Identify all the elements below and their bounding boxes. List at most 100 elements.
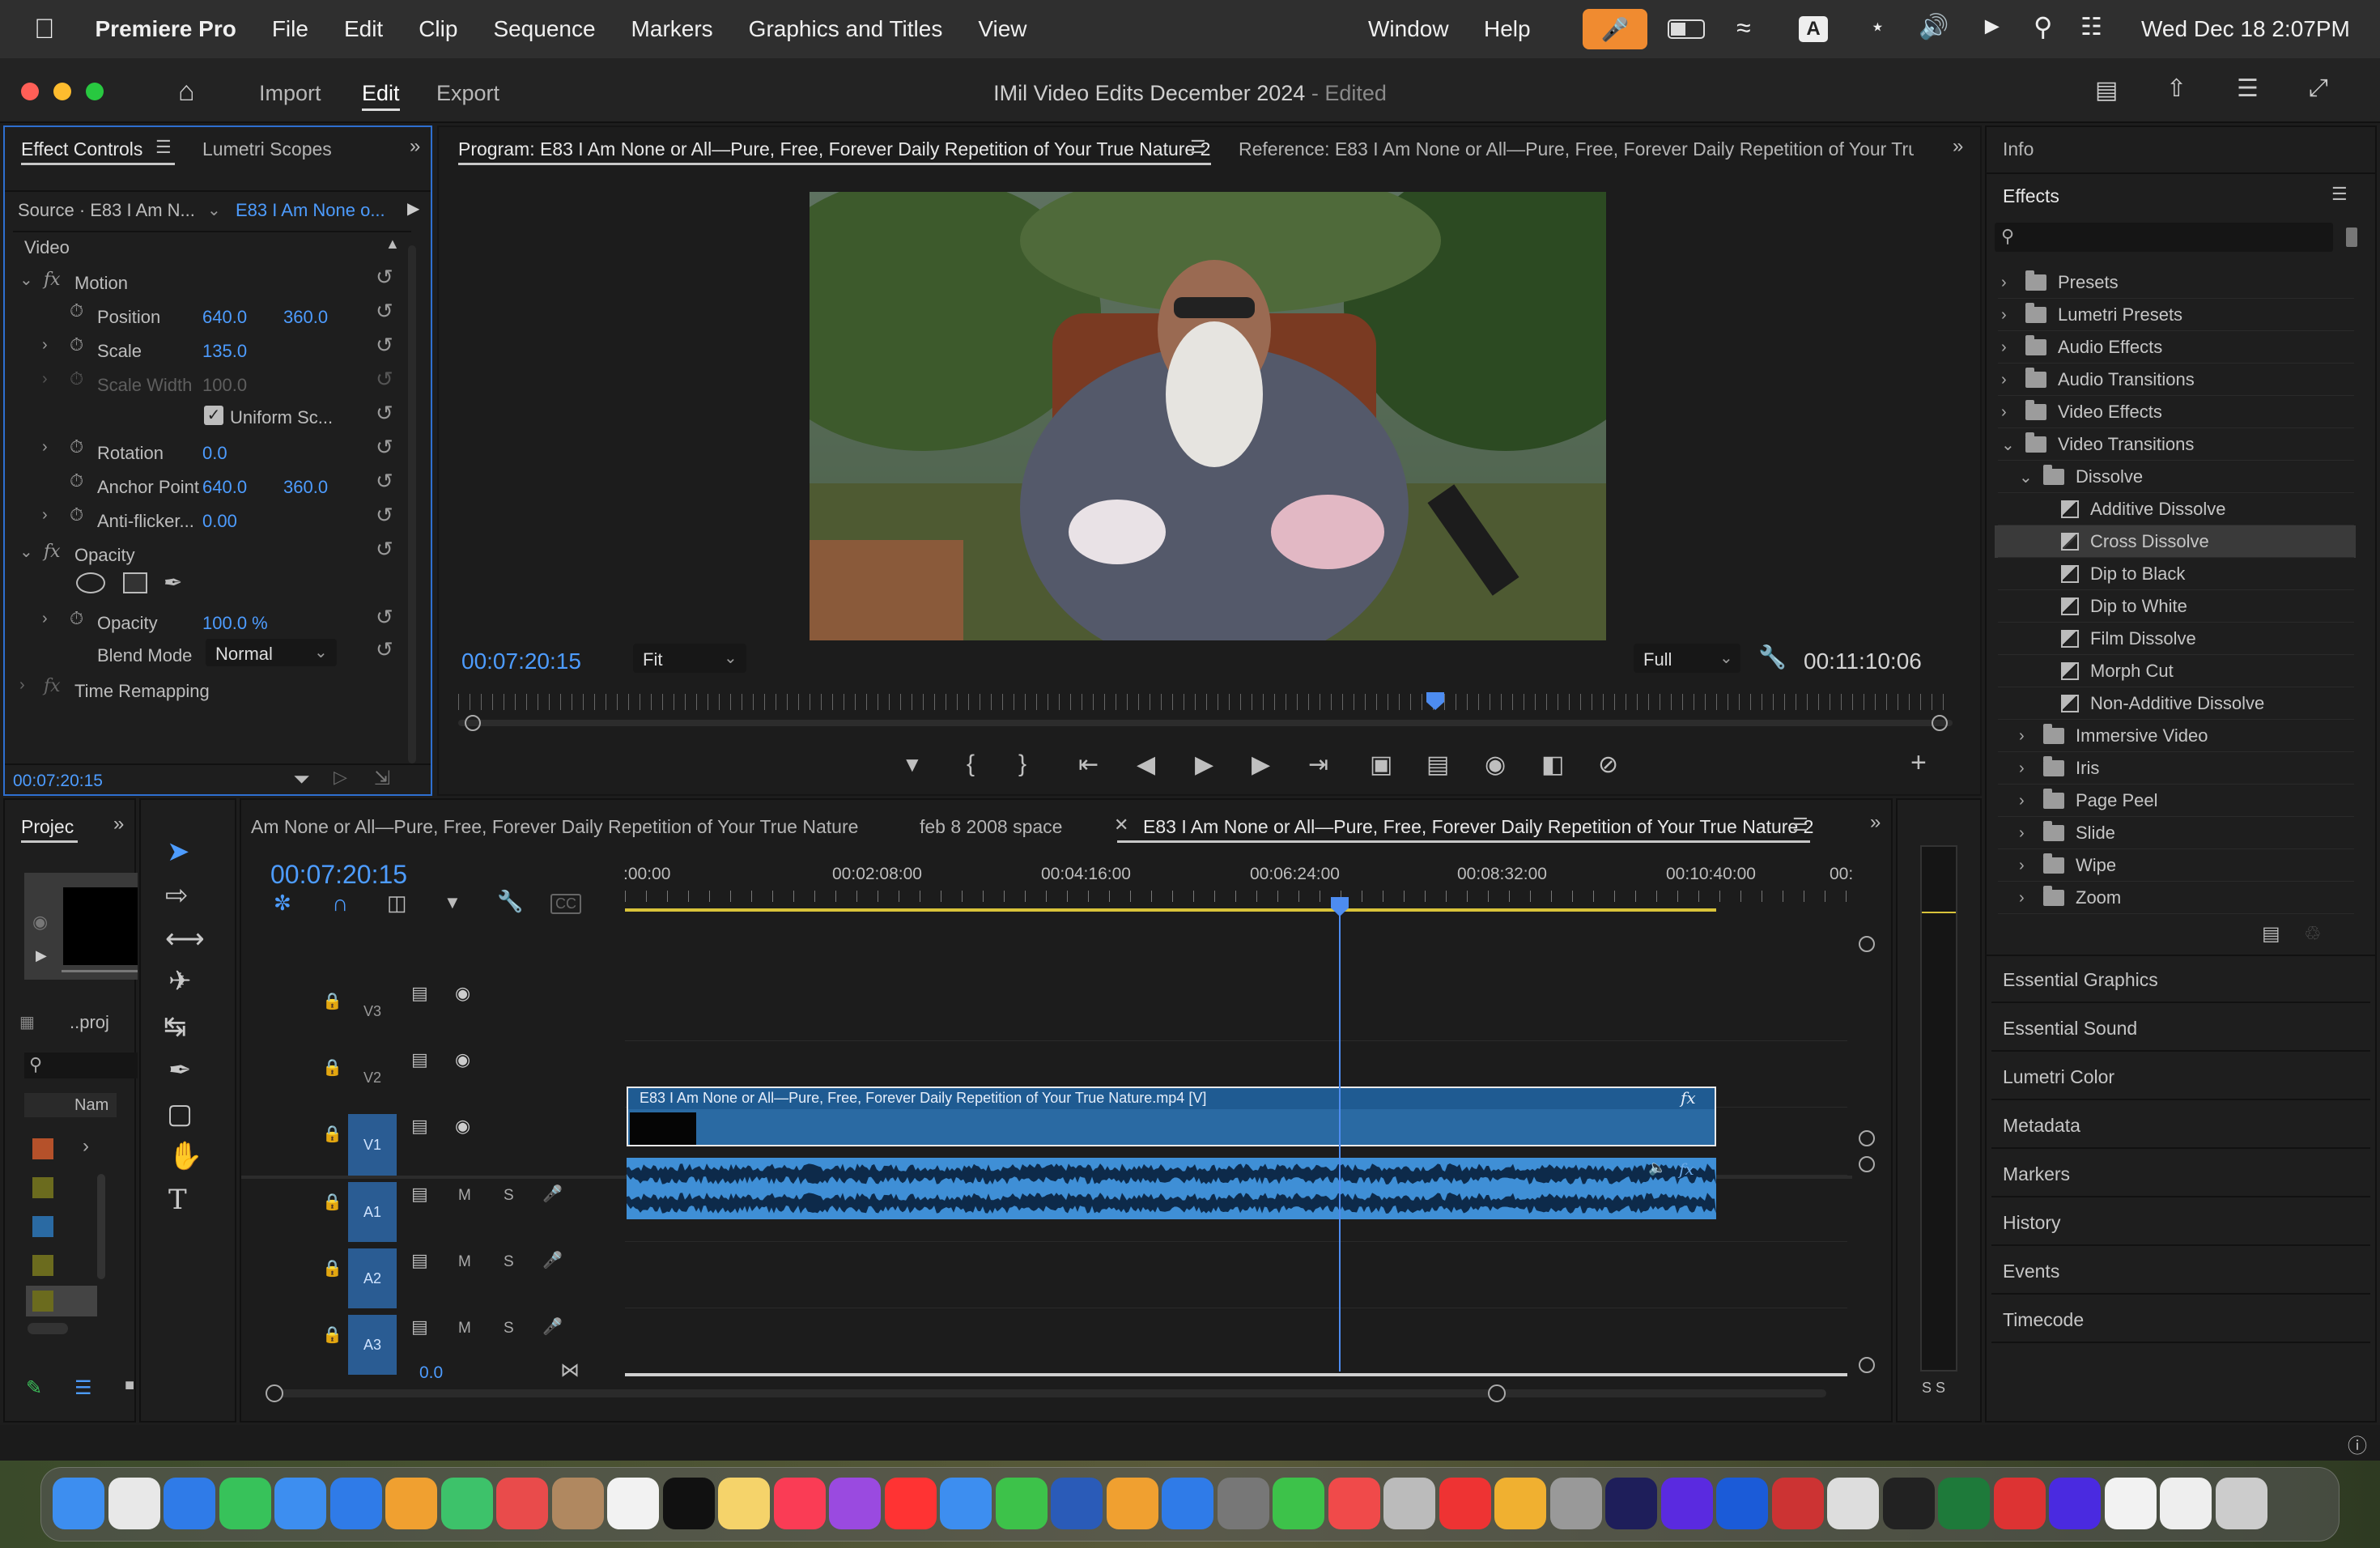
fx-badge-icon[interactable]: fx <box>1681 1088 1696 1108</box>
menu-graphics-titles[interactable]: Graphics and Titles <box>749 16 943 42</box>
scroll-handle[interactable] <box>1859 1130 1875 1146</box>
project-file-name[interactable]: ..proj <box>70 1012 109 1033</box>
solo-buttons[interactable]: S S <box>1922 1380 1945 1397</box>
wrench-icon[interactable]: 🔧 <box>497 889 523 914</box>
dock-app-icon[interactable] <box>164 1478 215 1529</box>
pen-mask-icon[interactable]: ✒ <box>164 569 182 596</box>
zoom-handle-left[interactable] <box>465 715 481 731</box>
step-forward-icon[interactable]: ▶ <box>1252 751 1270 779</box>
expand-icon[interactable]: › <box>42 336 48 355</box>
reset-icon[interactable]: ↺ <box>376 265 393 290</box>
chevron-right-icon[interactable]: › <box>2001 274 2025 292</box>
camera-icon[interactable]: ◉ <box>1485 751 1506 779</box>
dock-app-icon[interactable] <box>718 1478 770 1529</box>
scroll-handle[interactable] <box>1859 1357 1875 1373</box>
stopwatch-icon[interactable]: ⏱ <box>70 608 83 629</box>
position-x[interactable]: 640.0 <box>202 307 247 328</box>
add-marker-icon[interactable]: ▼ <box>444 892 461 913</box>
dock-app-icon[interactable] <box>1328 1478 1380 1529</box>
dock-app-icon[interactable] <box>1162 1478 1213 1529</box>
mix-end-icon[interactable]: ⋈ <box>560 1359 580 1382</box>
reset-icon[interactable]: ↺ <box>376 299 393 324</box>
timeline-ruler[interactable]: :00:00 00:02:08:00 00:04:16:00 00:06:24:00 0… <box>623 865 1853 905</box>
timeline-tab[interactable]: Am None or All—Pure, Free, Forever Daily… <box>251 816 858 838</box>
mute-button[interactable]: M <box>458 1320 471 1337</box>
rotation-value[interactable]: 0.0 <box>202 443 227 464</box>
menu-edit[interactable]: Edit <box>344 16 383 42</box>
sync-lock-icon[interactable]: ▤ <box>411 983 428 1004</box>
timeline-tab[interactable]: feb 8 2008 space <box>920 816 1062 838</box>
dock-app-icon[interactable] <box>773 1478 826 1529</box>
effects-search-input[interactable]: ⚲ <box>1995 223 2333 252</box>
anchor-y[interactable]: 360.0 <box>283 477 328 498</box>
dock-app-icon[interactable] <box>1549 1478 1602 1529</box>
apple-icon[interactable]:  <box>34 14 55 45</box>
nest-toggle-icon[interactable]: ✼ <box>274 891 291 916</box>
mix-volume-value[interactable]: 0.0 <box>419 1363 443 1383</box>
reset-icon[interactable]: ↺ <box>376 469 393 494</box>
dock-app-icon[interactable] <box>2104 1478 2157 1529</box>
dock-app-icon[interactable] <box>440 1478 493 1529</box>
bluetooth-icon[interactable]: ⋆ <box>1870 13 1885 41</box>
chevron-right-icon[interactable]: › <box>2001 306 2025 325</box>
scrollbar[interactable] <box>97 1174 105 1279</box>
close-tab-icon[interactable]: ✕ <box>1114 814 1128 836</box>
name-column-header[interactable]: Nam <box>24 1093 117 1117</box>
dock-app-icon[interactable] <box>1827 1478 1879 1529</box>
panel-essential-graphics[interactable]: Essential Graphics <box>2003 969 2158 991</box>
track-select-tool-icon[interactable]: ⇨ <box>165 879 189 912</box>
lock-icon[interactable]: 🔒 <box>322 991 342 1011</box>
lock-icon[interactable]: 🔒 <box>322 1057 342 1078</box>
panel-menu-icon[interactable]: ☰ <box>155 137 172 158</box>
effect-item[interactable]: Additive Dissolve <box>1995 493 2356 525</box>
dock-app-icon[interactable] <box>108 1478 160 1529</box>
linked-selection-icon[interactable]: ◫ <box>387 891 407 916</box>
effect-controls-timecode[interactable]: 00:07:20:15 <box>13 772 103 791</box>
wifi-icon[interactable]: ≈ <box>1736 13 1751 43</box>
program-zoom-bar[interactable] <box>458 720 1953 726</box>
source-dropdown-icon[interactable]: ⌄ <box>207 200 221 220</box>
project-search-input[interactable]: ⚲ <box>24 1053 138 1078</box>
motion-toggle-icon[interactable]: ⌄ <box>19 270 33 290</box>
track-lane-a3[interactable] <box>625 1312 1847 1375</box>
show-timeline-icon[interactable]: ▶ <box>407 198 419 219</box>
expand-icon[interactable]: › <box>42 438 48 457</box>
control-center-icon[interactable]: ☷ <box>2080 13 2102 41</box>
effects-folder[interactable]: › Presets <box>1995 266 2356 299</box>
reset-icon[interactable]: ↺ <box>376 605 393 630</box>
reset-icon[interactable]: ↺ <box>376 503 393 528</box>
effects-folder[interactable]: ⌄ Dissolve <box>1995 461 2356 493</box>
menu-markers[interactable]: Markers <box>631 16 713 42</box>
slip-tool-icon[interactable]: ↹ <box>164 1010 187 1043</box>
spotlight-icon[interactable]: ⚲ <box>2034 11 2052 42</box>
scroll-thumb[interactable] <box>2346 228 2357 247</box>
extract-icon[interactable]: ▤ <box>1426 751 1449 779</box>
dock-app-icon[interactable] <box>496 1478 548 1529</box>
razor-tool-icon[interactable]: ✈ <box>168 965 192 997</box>
track-target-a2[interactable]: A2 <box>348 1248 397 1308</box>
sync-lock-icon[interactable]: ▤ <box>411 1316 428 1337</box>
sync-lock-icon[interactable]: ▤ <box>411 1116 428 1137</box>
panel-markers[interactable]: Markers <box>2003 1163 2070 1185</box>
add-marker-icon[interactable]: ▼ <box>902 752 923 777</box>
zoom-handle-right[interactable] <box>1932 715 1948 731</box>
dock-app-icon[interactable] <box>385 1478 437 1529</box>
opacity-value[interactable]: 100.0 % <box>202 613 268 634</box>
stopwatch-icon[interactable]: ⏱ <box>70 504 83 525</box>
chevron-right-icon[interactable]: › <box>2019 759 2043 778</box>
selected-row[interactable] <box>26 1286 97 1316</box>
effects-folder[interactable]: › Lumetri Presets <box>1995 299 2356 331</box>
dock-app-icon[interactable] <box>1993 1478 2046 1529</box>
dock-app-icon[interactable] <box>1217 1478 1269 1529</box>
opacity-toggle-icon[interactable]: ⌄ <box>19 542 33 562</box>
dock-app-icon[interactable] <box>1383 1478 1435 1529</box>
expand-icon[interactable]: › <box>19 676 25 695</box>
timeline-timecode[interactable]: 00:07:20:15 <box>270 860 407 890</box>
dock-app-icon[interactable] <box>1771 1478 1824 1529</box>
comparison-view-icon[interactable]: ◧ <box>1541 751 1564 779</box>
panel-overflow-icon[interactable]: » <box>113 813 124 836</box>
program-playhead-timecode[interactable]: 00:07:20:15 <box>461 649 581 674</box>
panel-events[interactable]: Events <box>2003 1261 2059 1282</box>
expand-icon[interactable]: › <box>83 1135 89 1158</box>
work-area-bar[interactable] <box>625 908 1716 912</box>
